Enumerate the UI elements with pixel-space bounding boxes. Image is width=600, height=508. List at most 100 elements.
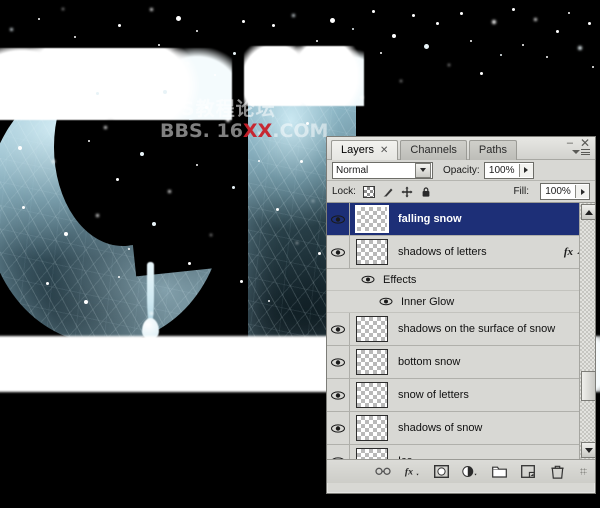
close-icon[interactable]: ✕ [580,137,590,149]
snow-particle [312,200,314,202]
table-row[interactable]: snow of letters [327,379,595,412]
opacity-field[interactable]: 100% [483,161,534,179]
layer-visibility-toggle[interactable] [327,346,350,378]
scroll-down-icon[interactable] [581,442,595,458]
layer-visibility-toggle[interactable] [327,412,350,444]
eye-icon [331,357,345,367]
eye-icon[interactable] [379,297,393,306]
layer-thumbnail[interactable] [356,382,388,408]
tab-paths[interactable]: Paths [468,140,518,160]
snow-particle [300,160,303,163]
tab-layers[interactable]: Layers ✕ [331,140,399,160]
table-row[interactable]: shadows on the surface of snow [327,313,595,346]
layer-visibility-toggle[interactable] [327,203,350,235]
layer-list-scrollbar[interactable] [579,203,595,459]
table-row[interactable]: shadows of snow [327,412,595,445]
snow-particle [46,282,49,285]
lock-image-pixels-icon[interactable] [382,186,394,198]
new-adjustment-layer-icon[interactable] [462,464,478,479]
letter-c-aperture [120,113,266,277]
snow-particle [240,280,243,283]
add-layer-style-icon[interactable]: fx [404,464,420,479]
table-row[interactable]: shadows of letters fx [327,236,595,269]
scroll-up-icon[interactable] [581,204,595,220]
layer-thumbnail[interactable] [356,415,388,441]
snow-particle [214,74,216,76]
layer-visibility-toggle[interactable] [327,236,350,268]
opacity-label: Opacity: [443,164,480,176]
snow-particle [568,12,570,14]
snow-particle [492,20,496,24]
delete-layer-icon[interactable] [549,464,565,479]
snow-particle [60,60,63,63]
svg-text:fx: fx [405,467,413,478]
snow-particle [116,178,119,181]
list-item[interactable]: Inner Glow [327,291,595,313]
snow-particle [300,66,302,68]
blend-mode-select[interactable]: Normal [332,161,433,179]
eye-icon [331,456,345,459]
new-layer-icon[interactable] [520,464,536,479]
layer-visibility-toggle[interactable] [327,445,350,459]
snow-particle [150,8,153,11]
snow-particle [296,242,298,244]
fill-slider-arrow-icon[interactable] [575,185,589,198]
table-row[interactable]: Ice [327,445,595,459]
snow-particle [46,95,51,100]
layer-thumbnail[interactable] [356,349,388,375]
tab-channels[interactable]: Channels [400,140,467,160]
chevron-down-icon[interactable] [415,162,431,178]
layer-thumbnail[interactable] [356,316,388,342]
tab-close-icon[interactable]: ✕ [380,145,388,156]
layer-style-fx-icon[interactable]: fx [564,246,573,258]
snow-particle [140,152,144,156]
snow-particle [448,64,450,66]
snow-particle [62,8,64,10]
snow-particle [500,54,502,56]
layer-thumbnail[interactable] [355,205,389,233]
snow-particle [400,80,402,82]
opacity-slider-arrow-icon[interactable] [518,163,533,177]
panel-menu-icon[interactable] [572,149,590,155]
snow-particle [250,88,252,90]
layer-thumbnail[interactable] [356,448,388,459]
scrollbar-thumb[interactable] [581,371,595,401]
new-group-icon[interactable] [491,464,507,479]
snow-particle [22,206,25,209]
eye-icon [331,423,345,433]
panel-tabstrip: Layers ✕ Channels Paths [331,140,518,160]
layer-visibility-toggle[interactable] [327,379,350,411]
effects-group-label: Effects [383,273,417,286]
snow-particle [546,56,548,58]
link-layers-icon[interactable] [375,464,391,479]
layer-list[interactable]: falling snow shadows of letters fx Effec… [327,203,595,460]
add-layer-mask-icon[interactable] [433,464,449,479]
table-row[interactable]: falling snow [327,203,595,236]
lock-transparent-pixels-icon[interactable] [362,185,375,198]
list-item[interactable]: Effects [327,269,595,291]
lock-all-icon[interactable] [420,186,432,198]
snow-particle [158,44,160,46]
snow-particle [18,146,22,150]
layer-visibility-toggle[interactable] [327,313,350,345]
minimize-icon[interactable]: – [567,138,573,149]
lock-label: Lock: [332,186,356,197]
snow-particle [226,118,230,122]
snow-particle [264,58,266,60]
lock-position-icon[interactable] [401,186,413,198]
eye-icon[interactable] [361,275,375,284]
snow-particle [104,126,107,129]
panel-resize-grip[interactable] [580,468,587,475]
table-row[interactable]: bottom snow [327,346,595,379]
snow-particle [588,22,591,25]
snow-particle [210,234,212,236]
snow-particle [352,28,354,30]
snow-particle [436,22,439,25]
snow-particle [64,232,68,236]
snow-particle [424,44,429,49]
snow-particle [88,50,92,54]
fill-field[interactable]: 100% [540,183,590,200]
eye-icon [331,247,345,257]
layer-thumbnail[interactable] [356,239,388,265]
snow-particle [322,86,325,89]
